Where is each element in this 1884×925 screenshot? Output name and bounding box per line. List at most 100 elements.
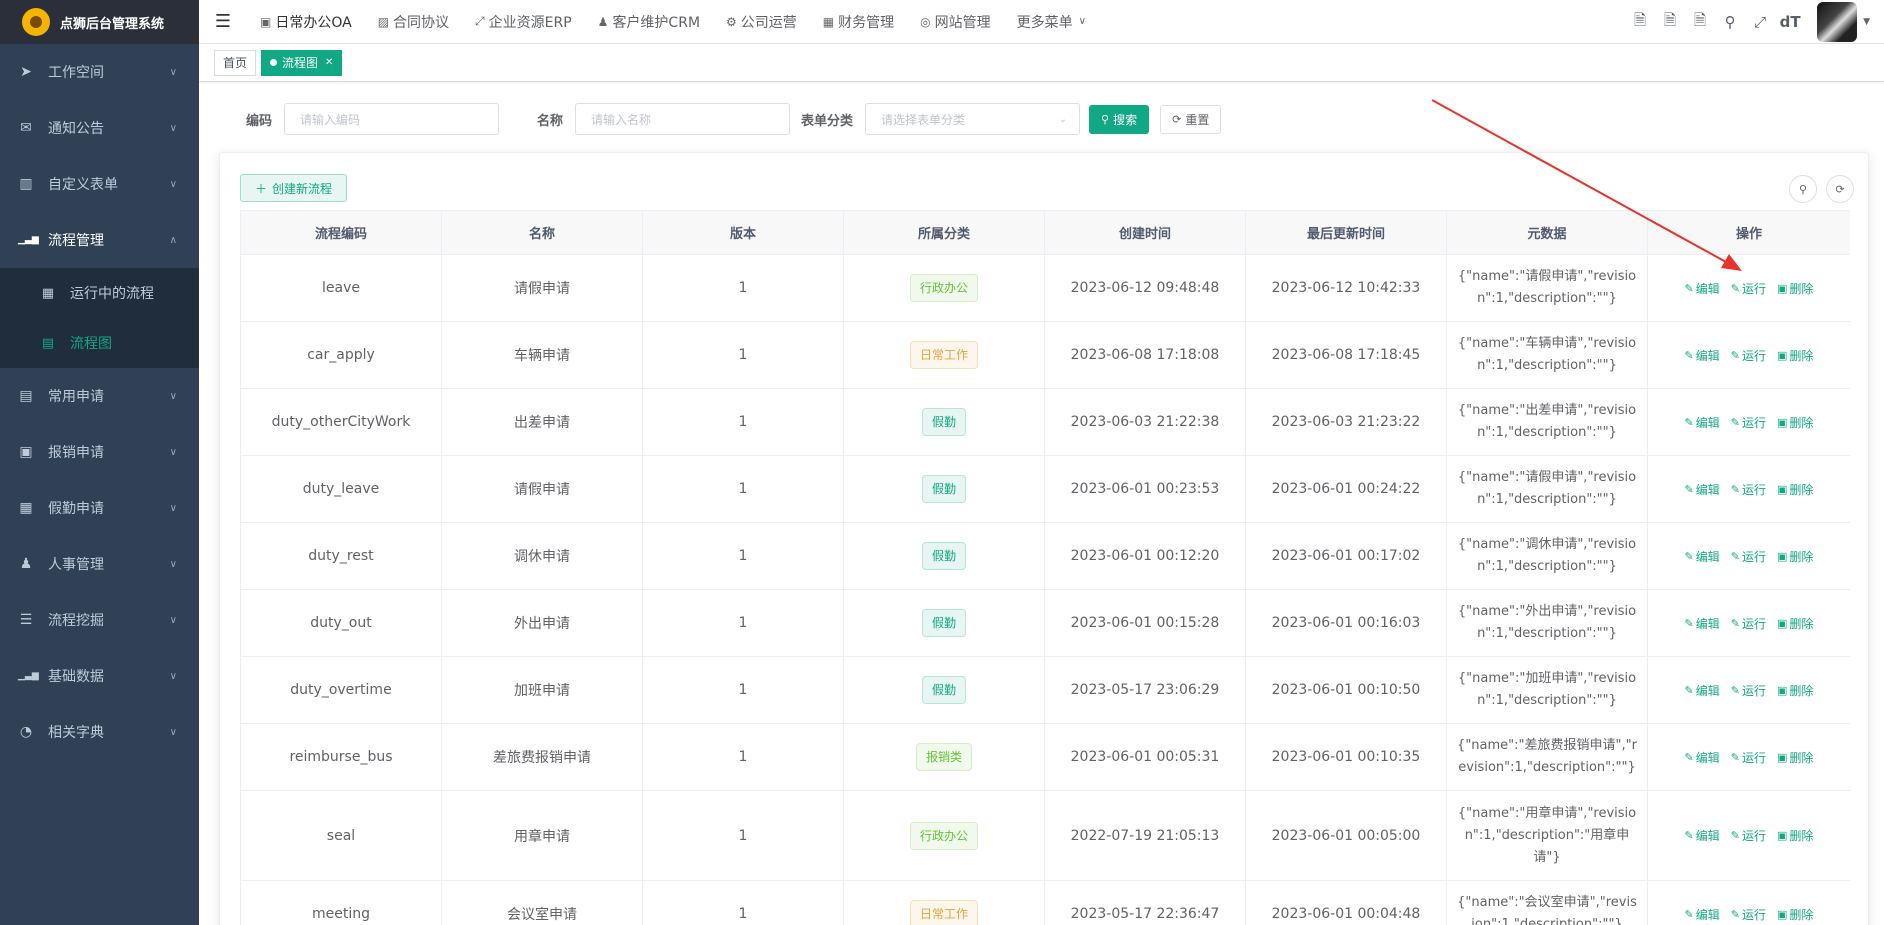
top-menu-item[interactable]: ⚙ 公司运营 xyxy=(713,0,810,44)
document-icon[interactable]: 🗎 xyxy=(1655,10,1685,35)
refresh-button[interactable]: ⟳ xyxy=(1826,175,1854,203)
cell-updated: 2023-06-08 17:18:45 xyxy=(1245,321,1447,389)
edit-button[interactable]: ✎ 编辑 xyxy=(1685,906,1720,923)
delete-button[interactable]: ▣ 删除 xyxy=(1777,906,1813,923)
sidebar-item[interactable]: ➤ 工作空间 ∨ xyxy=(0,44,199,100)
column-header: 最后更新时间 xyxy=(1245,210,1447,255)
row-actions: ✎ 编辑 ✎ 运行 ▣ 删除 xyxy=(1660,548,1838,565)
toggle-search-button[interactable]: ⚲ xyxy=(1789,175,1817,203)
submenu-item[interactable]: ▤ 流程图 xyxy=(0,318,199,368)
edit-button[interactable]: ✎ 编辑 xyxy=(1685,615,1720,632)
edit-button[interactable]: ✎ 编辑 xyxy=(1685,548,1720,565)
delete-button[interactable]: ▣ 删除 xyxy=(1777,749,1813,766)
edit-button[interactable]: ✎ 编辑 xyxy=(1685,682,1720,699)
delete-button[interactable]: ▣ 删除 xyxy=(1777,548,1813,565)
cell-actions: ✎ 编辑 ✎ 运行 ▣ 删除 xyxy=(1647,589,1850,657)
sidebar-item[interactable]: ☰ 流程挖掘 ∨ xyxy=(0,592,199,648)
document-icon[interactable]: 🗎 xyxy=(1685,10,1715,35)
code-input[interactable]: 请输入编码 xyxy=(284,103,500,135)
run-button[interactable]: ✎ 运行 xyxy=(1731,414,1766,431)
sidebar-item[interactable]: ▁▃▆ 基础数据 ∨ xyxy=(0,648,199,704)
cell-created: 2023-06-01 00:15:28 xyxy=(1044,589,1246,657)
delete-button[interactable]: ▣ 删除 xyxy=(1777,827,1813,844)
reset-button[interactable]: ⟳ 重置 xyxy=(1160,104,1222,134)
cell-updated: 2023-06-01 00:10:35 xyxy=(1245,723,1447,791)
top-menu-item[interactable]: ◎ 网站管理 xyxy=(907,0,1003,44)
hamburger-icon[interactable]: ☰ xyxy=(199,11,247,32)
cell-version: 1 xyxy=(642,388,844,456)
delete-button[interactable]: ▣ 删除 xyxy=(1777,414,1813,431)
sidebar-item[interactable]: ✉ 通知公告 ∨ xyxy=(0,100,199,156)
edit-button[interactable]: ✎ 编辑 xyxy=(1685,827,1720,844)
sidebar-item[interactable]: ▤ 常用申请 ∨ xyxy=(0,368,199,424)
create-process-button[interactable]: ＋ 创建新流程 xyxy=(240,174,348,202)
delete-button[interactable]: ▣ 删除 xyxy=(1777,615,1813,632)
run-button[interactable]: ✎ 运行 xyxy=(1731,827,1766,844)
cell-category: 假勤 xyxy=(843,522,1045,590)
delete-button[interactable]: ▣ 删除 xyxy=(1777,682,1813,699)
sidebar-item[interactable]: ▦ 假勤申请 ∨ xyxy=(0,480,199,536)
delete-button[interactable]: ▣ 删除 xyxy=(1777,347,1813,364)
search-icon[interactable]: ⚲ xyxy=(1715,13,1745,31)
run-button[interactable]: ✎ 运行 xyxy=(1731,347,1766,364)
users-icon: ♟ xyxy=(19,556,33,572)
top-menu-item[interactable]: 更多菜单 ∨ xyxy=(1004,0,1103,44)
logo[interactable]: 点狮后台管理系统 xyxy=(0,0,199,44)
caret-down-icon[interactable]: ▼ xyxy=(1863,17,1870,27)
cell-name: 外出申请 xyxy=(441,589,643,657)
search-button[interactable]: ⚲ 搜索 xyxy=(1089,104,1150,134)
cell-code: car_apply xyxy=(240,321,442,389)
sidebar-menu: ➤ 工作空间 ∨ ✉ 通知公告 ∨ ▥ 自定义表单 ∨ ▁▃▆ 流程管理 ∧ ▦ 运行中的流程 ▤ 流程图 ▤ 常… xyxy=(0,44,199,760)
top-menu-item[interactable]: ▦ 财务管理 xyxy=(810,0,907,44)
document-icon[interactable]: 🗎 xyxy=(1625,10,1655,35)
edit-button[interactable]: ✎ 编辑 xyxy=(1685,280,1720,297)
submenu-item[interactable]: ▦ 运行中的流程 xyxy=(0,268,199,318)
gear-icon: ⚙ xyxy=(726,14,737,29)
table-body: leave 请假申请 1 行政办公 2023-06-12 09:48:48 2023-06… xyxy=(240,254,1850,925)
cell-updated: 2023-06-01 00:10:50 xyxy=(1245,656,1447,724)
chevron-down-icon: ∨ xyxy=(169,502,177,514)
edit-button[interactable]: ✎ 编辑 xyxy=(1685,749,1720,766)
chevron-down-icon: ∨ xyxy=(169,670,177,682)
sidebar-item[interactable]: ♟ 人事管理 ∨ xyxy=(0,536,199,592)
chevron-down-icon: ∨ xyxy=(169,66,177,78)
run-button[interactable]: ✎ 运行 xyxy=(1731,749,1766,766)
submenu: ▦ 运行中的流程 ▤ 流程图 xyxy=(0,268,199,368)
run-button[interactable]: ✎ 运行 xyxy=(1731,280,1766,297)
lion-logo-icon xyxy=(22,8,50,36)
edit-button[interactable]: ✎ 编辑 xyxy=(1685,347,1720,364)
cell-metadata: {"name":"请假申请","revision":1,"description… xyxy=(1446,455,1648,523)
avatar[interactable] xyxy=(1817,2,1858,42)
cell-actions: ✎ 编辑 ✎ 运行 ▣ 删除 xyxy=(1647,656,1850,724)
tag-current-label: 流程图 xyxy=(282,55,319,70)
sidebar-item-label: 自定义表单 xyxy=(48,177,118,193)
name-input[interactable]: 请输入名称 xyxy=(575,103,791,135)
top-menu-item[interactable]: ▣ 日常办公OA xyxy=(247,0,365,44)
sidebar-item[interactable]: ◔ 相关字典 ∨ xyxy=(0,704,199,760)
run-button[interactable]: ✎ 运行 xyxy=(1731,548,1766,565)
top-menu-item[interactable]: ♟ 客户维护CRM xyxy=(585,0,713,44)
top-menu-item[interactable]: ⤢ 企业资源ERP xyxy=(462,0,585,44)
cell-category: 假勤 xyxy=(843,589,1045,657)
tag-current[interactable]: 流程图 ✕ xyxy=(261,49,343,76)
fullscreen-icon[interactable]: ⤢ xyxy=(1745,13,1775,31)
top-menu-item[interactable]: ▨ 合同协议 xyxy=(365,0,462,44)
run-button[interactable]: ✎ 运行 xyxy=(1731,481,1766,498)
sidebar-item[interactable]: ▁▃▆ 流程管理 ∧ xyxy=(0,212,199,268)
run-button[interactable]: ✎ 运行 xyxy=(1731,906,1766,923)
cell-metadata: {"name":"加班申请","revision":1,"description… xyxy=(1446,656,1648,724)
run-button[interactable]: ✎ 运行 xyxy=(1731,615,1766,632)
close-icon[interactable]: ✕ xyxy=(325,51,333,75)
receipt-icon: ▣ xyxy=(19,444,33,460)
sidebar-item[interactable]: ▥ 自定义表单 ∨ xyxy=(0,156,199,212)
run-button[interactable]: ✎ 运行 xyxy=(1731,682,1766,699)
edit-button[interactable]: ✎ 编辑 xyxy=(1685,481,1720,498)
font-size-icon[interactable]: dT xyxy=(1775,13,1805,31)
tag-home[interactable]: 首页 xyxy=(214,49,257,76)
run-button-label: 运行 xyxy=(1742,482,1767,497)
delete-button[interactable]: ▣ 删除 xyxy=(1777,481,1813,498)
category-select[interactable]: 请选择表单分类 ⌄ xyxy=(865,103,1081,135)
edit-button[interactable]: ✎ 编辑 xyxy=(1685,414,1720,431)
delete-button[interactable]: ▣ 删除 xyxy=(1777,280,1813,297)
sidebar-item[interactable]: ▣ 报销申请 ∨ xyxy=(0,424,199,480)
